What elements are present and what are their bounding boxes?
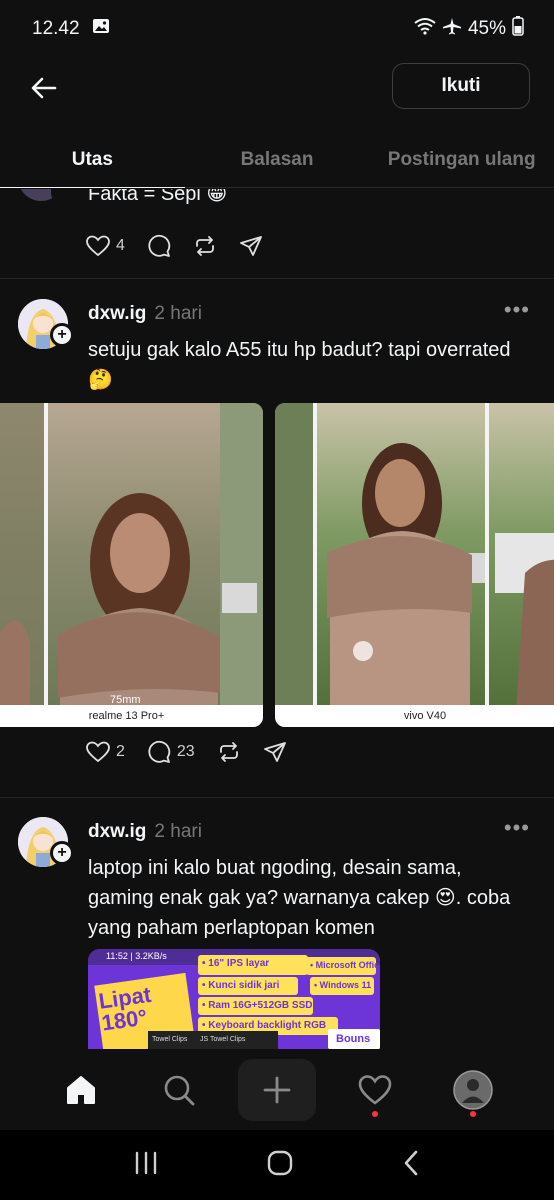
follow-plus-icon[interactable]: + (50, 323, 74, 347)
post-actions: 2 23 (86, 737, 309, 767)
post-author: dxw.ig 2 hari (88, 821, 202, 843)
post-image[interactable]: 75mm realme 13 Pro+ (0, 403, 263, 727)
airplane-icon (442, 17, 462, 41)
nav-search[interactable] (140, 1059, 218, 1121)
more-options-icon[interactable]: ••• (504, 815, 530, 841)
plus-icon (263, 1076, 291, 1104)
recent-apps-button[interactable] (133, 1151, 159, 1180)
repost-button[interactable] (217, 737, 241, 767)
image-spec-text: • Keyboard backlight RGB (202, 1020, 327, 1031)
post-time: 2 hari (154, 303, 202, 324)
image-bonus-text: Bouns (336, 1033, 371, 1045)
heart-icon (358, 1075, 392, 1105)
more-options-icon[interactable]: ••• (504, 297, 530, 323)
image-caption: vivo V40 (275, 705, 554, 727)
share-button[interactable] (239, 231, 263, 261)
home-icon (67, 1076, 95, 1104)
home-system-button[interactable] (266, 1149, 294, 1182)
follow-plus-icon[interactable] (51, 189, 71, 203)
reply-count: 23 (176, 743, 195, 760)
home-circle-icon (267, 1150, 293, 1175)
avatar (453, 1070, 493, 1110)
username[interactable]: dxw.ig (88, 821, 146, 842)
send-icon (263, 742, 286, 762)
post-time: 2 hari (154, 821, 202, 842)
follow-button[interactable]: Ikuti (392, 63, 530, 109)
send-icon (240, 236, 262, 256)
username[interactable]: dxw.ig (88, 303, 146, 324)
repost-icon (196, 236, 214, 256)
gallery-icon (92, 18, 110, 40)
battery-percentage: 45% (467, 18, 506, 39)
back-system-button[interactable] (401, 1149, 421, 1182)
profile-tabs: Utas Balasan Postingan ulang (0, 132, 554, 188)
post[interactable]: + dxw.ig 2 hari ••• laptop ini kalo buat … (0, 799, 554, 1049)
image-caption-text: vivo V40 (403, 710, 447, 722)
arrow-left-icon (31, 77, 57, 99)
post[interactable]: + dxw.ig 2 hari ••• setuju gak kalo A55 i… (0, 279, 554, 799)
heart-icon (86, 741, 110, 763)
post-author: dxw.ig 2 hari (88, 303, 202, 325)
image-caption: realme 13 Pro+ (0, 705, 263, 727)
feed[interactable]: Fakta = Sepi 😁 4 + dxw.ig 2 hari ••• set… (0, 189, 554, 1049)
like-count: 2 (116, 743, 125, 760)
bottom-navigation (0, 1050, 554, 1130)
image-spec-text: • Ram 16G+512GB SSD (202, 1000, 313, 1011)
nav-home[interactable] (42, 1059, 120, 1121)
share-button[interactable] (263, 737, 287, 767)
heart-icon (86, 235, 110, 257)
status-time: 12.42 (32, 18, 80, 39)
like-button[interactable]: 4 (86, 231, 125, 261)
post-divider (0, 797, 554, 798)
tab-replies[interactable]: Balasan (185, 132, 370, 187)
notification-dot (470, 1111, 476, 1117)
battery-icon (512, 16, 524, 42)
system-navigation-bar (0, 1130, 554, 1200)
back-button[interactable] (26, 70, 62, 106)
recent-apps-icon (136, 1151, 157, 1174)
media-carousel[interactable]: 75mm realme 13 Pro+ vivo V40 (0, 403, 554, 727)
image-spec-text: • Kunci sidik jari (202, 980, 280, 991)
repost-button[interactable] (193, 231, 217, 261)
wifi-icon (414, 17, 436, 41)
post-text: Fakta = Sepi 😁 (88, 189, 228, 205)
reply-button[interactable] (147, 231, 171, 261)
image-tab-text: Towel Clips (152, 1036, 188, 1043)
image-spec-text: • 16" IPS layar (202, 958, 270, 969)
post-text: setuju gak kalo A55 itu hp badut? tapi o… (88, 339, 511, 391)
image-spec-text: • Microsoft Office (310, 960, 380, 970)
nav-activity[interactable] (336, 1059, 414, 1121)
image-spec-text: • Windows 11 (314, 980, 372, 990)
previous-post[interactable]: Fakta = Sepi 😁 4 (0, 189, 554, 279)
profile-header: Ikuti (0, 58, 554, 118)
image-tab-text: JS Towel Clips (200, 1036, 246, 1043)
like-button[interactable]: 2 (86, 737, 125, 767)
tab-reposts[interactable]: Postingan ulang (369, 132, 554, 187)
like-count: 4 (116, 237, 125, 254)
post-image[interactable]: 11:52 | 3.2KB/s Lipat 180° • 16" IPS lay… (88, 949, 380, 1049)
search-icon (164, 1075, 195, 1106)
comment-icon (148, 740, 171, 763)
chevron-left-icon (404, 1150, 417, 1175)
post-actions: 4 (86, 231, 285, 261)
nav-profile[interactable] (434, 1059, 512, 1121)
repost-icon (219, 742, 238, 762)
nav-create[interactable] (238, 1059, 316, 1121)
notification-dot (372, 1111, 378, 1117)
image-status-text: 11:52 | 3.2KB/s (106, 951, 167, 961)
post-text: laptop ini kalo buat ngoding, desain sam… (88, 857, 511, 939)
comment-icon (148, 234, 171, 257)
post-image[interactable]: vivo V40 (275, 403, 554, 727)
follow-plus-icon[interactable]: + (50, 841, 74, 865)
status-bar: 12.42 45% (0, 0, 554, 58)
reply-button[interactable]: 23 (147, 737, 195, 767)
tab-threads[interactable]: Utas (0, 132, 185, 188)
